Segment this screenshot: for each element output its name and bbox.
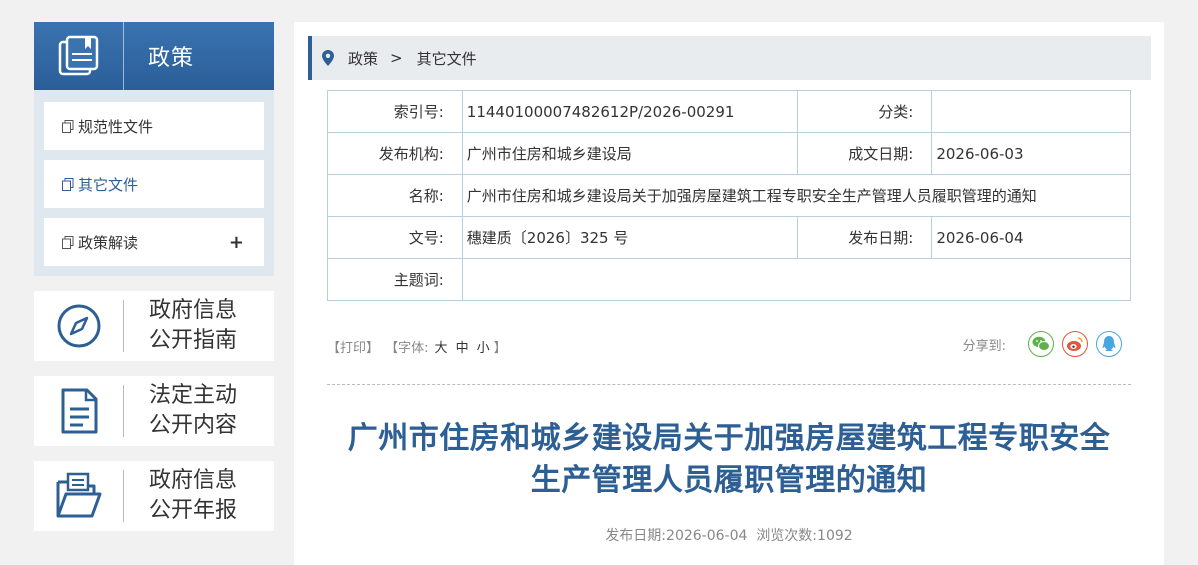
- location-pin-icon: [322, 50, 334, 66]
- expand-plus-icon[interactable]: +: [229, 232, 244, 253]
- breadcrumb-item-policy[interactable]: 政策: [348, 48, 378, 69]
- card-label: 政府信息 公开年报: [149, 468, 238, 523]
- main-panel: 政策 > 其它文件 索引号: 11440100007482612P/2026-0…: [294, 22, 1164, 565]
- pubdate-value: 2026-06-04: [931, 216, 1131, 259]
- document-icon: [34, 385, 124, 437]
- card-info-guide[interactable]: 政府信息 公开指南: [34, 291, 274, 361]
- breadcrumb: 政策 > 其它文件: [308, 36, 1151, 80]
- divider: [327, 384, 1131, 385]
- document-small-icon: [62, 235, 74, 249]
- card-label: 法定主动 公开内容: [149, 383, 238, 438]
- document-small-icon: [62, 119, 74, 133]
- qq-icon[interactable]: [1096, 331, 1122, 357]
- folder-icon: [34, 470, 124, 522]
- article-tools: 【打印】 【字体: 大中小】: [327, 337, 509, 356]
- breadcrumb-separator: >: [390, 49, 403, 67]
- meta-date-label: 发布日期:: [605, 528, 667, 544]
- sidebar-item-normative-docs[interactable]: 规范性文件: [44, 102, 264, 150]
- keyword-value: [461, 258, 1132, 301]
- sidebar-title: 政策: [148, 46, 195, 71]
- sidebar-header[interactable]: 政策: [34, 22, 274, 90]
- breadcrumb-item-other-docs[interactable]: 其它文件: [417, 48, 477, 69]
- meta-date: 2026-06-04: [666, 528, 748, 544]
- card-annual-report[interactable]: 政府信息 公开年报: [34, 461, 274, 531]
- org-label: 发布机构:: [327, 132, 463, 175]
- category-label: 分类:: [796, 90, 933, 133]
- sidebar-item-label: 其它文件: [78, 175, 139, 194]
- org-value: 广州市住房和城乡建设局: [461, 132, 798, 175]
- compass-icon: [34, 300, 124, 352]
- sidebar-item-other-docs[interactable]: 其它文件: [44, 160, 264, 208]
- font-small-button[interactable]: 小: [477, 341, 490, 356]
- card-statutory-content[interactable]: 法定主动 公开内容: [34, 376, 274, 446]
- weibo-icon[interactable]: [1062, 331, 1088, 357]
- document-small-icon: [62, 177, 74, 191]
- font-size-label: 【字体:: [385, 341, 429, 356]
- article-title: 广州市住房和城乡建设局关于加强房屋建筑工程专职安全 生产管理人员履职管理的通知: [347, 421, 1111, 498]
- docno-label: 文号:: [327, 216, 463, 259]
- pubdate-label: 发布日期:: [796, 216, 933, 259]
- docno-value: 穗建质〔2026〕325 号: [461, 216, 798, 259]
- sidebar-menu: 规范性文件 其它文件 政策解读 +: [34, 90, 274, 276]
- category-value: [931, 90, 1131, 133]
- share-label: 分享到:: [962, 338, 1006, 354]
- article-meta: 发布日期:2026-06-04 浏览次数:1092: [294, 525, 1164, 545]
- wechat-icon[interactable]: [1028, 331, 1054, 357]
- font-size-close: 】: [493, 341, 507, 356]
- book-icon: [34, 22, 124, 90]
- keyword-label: 主题词:: [327, 258, 463, 301]
- sidebar-item-label: 政策解读: [78, 233, 139, 252]
- document-info-table: 索引号: 11440100007482612P/2026-00291 分类: 发…: [327, 90, 1132, 301]
- print-button[interactable]: 【打印】: [327, 341, 379, 356]
- written-date-label: 成文日期:: [796, 132, 933, 175]
- sidebar-item-policy-interpretation[interactable]: 政策解读 +: [44, 218, 264, 266]
- index-value: 11440100007482612P/2026-00291: [461, 90, 798, 133]
- card-label: 政府信息 公开指南: [149, 298, 238, 353]
- meta-views: 1092: [817, 528, 853, 544]
- name-value: 广州市住房和城乡建设局关于加强房屋建筑工程专职安全生产管理人员履职管理的通知: [461, 174, 1132, 217]
- sidebar: 政策 规范性文件 其它文件 政策解读 + 政府信息 公开指南 法定主动 公开内容…: [34, 22, 274, 531]
- sidebar-item-label: 规范性文件: [78, 117, 154, 136]
- font-large-button[interactable]: 大: [435, 341, 448, 356]
- font-medium-button[interactable]: 中: [456, 341, 469, 356]
- index-label: 索引号:: [327, 90, 463, 133]
- written-date-value: 2026-06-03: [931, 132, 1131, 175]
- meta-views-label: 浏览次数:: [756, 528, 818, 544]
- name-label: 名称:: [327, 174, 463, 217]
- share-bar: 分享到:: [963, 331, 1122, 357]
